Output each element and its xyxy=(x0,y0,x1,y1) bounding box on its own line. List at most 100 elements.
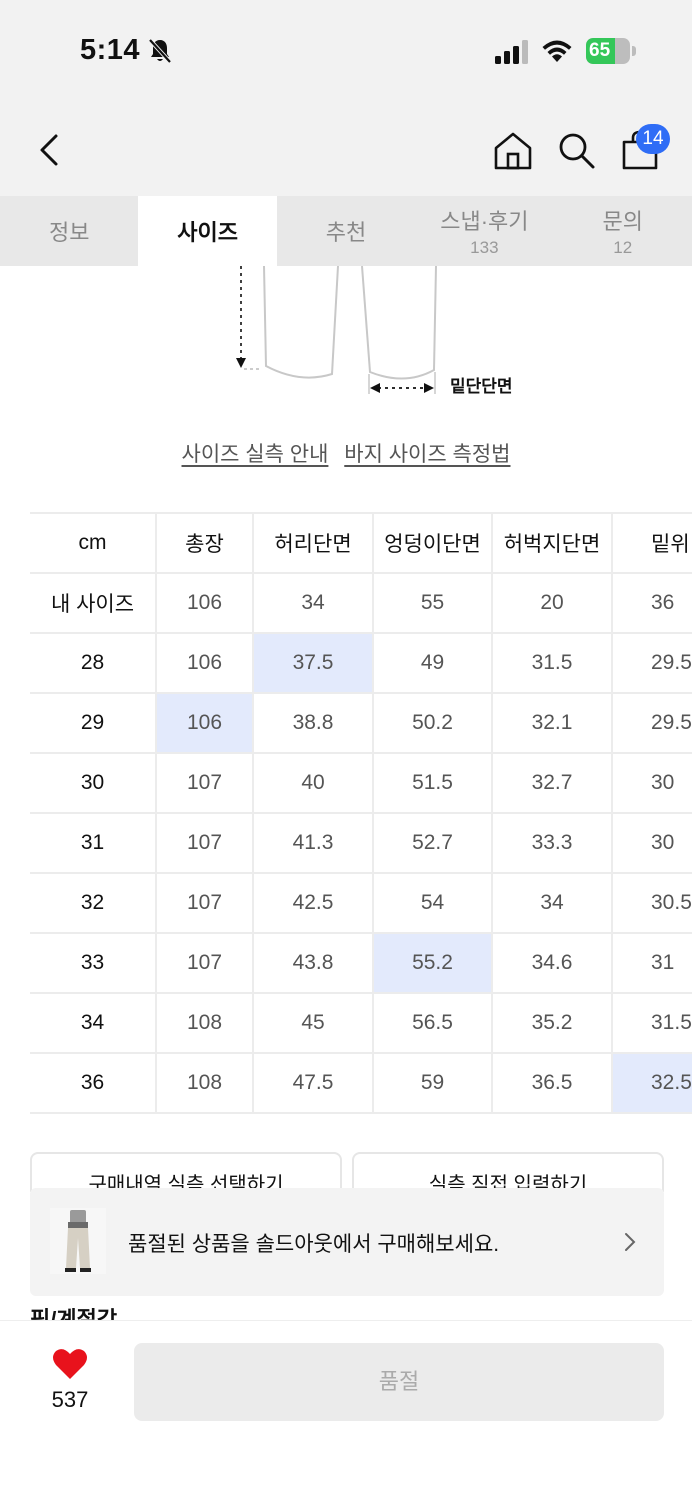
tab-count: 133 xyxy=(470,238,499,257)
size-label: 30 xyxy=(30,753,157,814)
size-measure-guide-link[interactable]: 사이즈 실측 안내 xyxy=(182,443,329,466)
table-cell: 54 xyxy=(373,873,493,934)
table-cell: 106 xyxy=(156,573,254,634)
product-tabs: 정보 사이즈 추천 스냅·후기 133 문의 12 xyxy=(0,196,692,266)
table-cell: 40 xyxy=(253,753,374,814)
table-cell: 51.5 xyxy=(373,753,493,814)
chevron-right-icon xyxy=(625,1233,636,1251)
heart-icon[interactable] xyxy=(52,1347,88,1381)
table-cell: 29.5 xyxy=(612,693,692,754)
table-cell: 36 xyxy=(612,573,692,634)
soldout-button[interactable]: 품절 xyxy=(134,1343,664,1421)
tab-recommend[interactable]: 추천 xyxy=(277,196,415,266)
table-cell-highlighted: 32.5 xyxy=(612,1053,692,1114)
table-cell: 29.5 xyxy=(612,633,692,694)
table-cell-highlighted: 106 xyxy=(156,693,254,754)
table-column-header: 허벅지단면 xyxy=(492,512,613,574)
table-cell: 31.5 xyxy=(612,993,692,1054)
table-cell: 108 xyxy=(156,1053,254,1114)
tab-label: 정보 xyxy=(48,220,90,245)
table-row: 31 107 41.3 52.7 33.3 30 xyxy=(30,813,692,874)
table-cell: 107 xyxy=(156,753,254,814)
table-cell: 33.3 xyxy=(492,813,613,874)
bell-off-icon xyxy=(148,38,172,64)
size-label: 32 xyxy=(30,873,157,934)
table-cell: 32.1 xyxy=(492,693,613,754)
table-column-header: 밑위 xyxy=(612,512,692,574)
table-cell: 42.5 xyxy=(253,873,374,934)
fit-season-section-title: 핏/계절감 xyxy=(30,1307,118,1320)
table-header-row: cm 총장 허리단면 엉덩이단면 허벅지단면 밑위 xyxy=(30,512,692,574)
battery-icon: 65 xyxy=(586,38,636,64)
table-unit-header: cm xyxy=(30,512,157,574)
table-cell: 55 xyxy=(373,573,493,634)
size-label: 31 xyxy=(30,813,157,874)
table-row: 33 107 43.8 55.2 34.6 31 xyxy=(30,933,692,994)
table-cell: 49 xyxy=(373,633,493,694)
like-count: 537 xyxy=(51,1387,89,1412)
size-guide-links: 사이즈 실측 안내 바지 사이즈 측정법 xyxy=(0,438,692,468)
select-purchase-measure-button[interactable]: 구매내역 실측 선택하기 xyxy=(30,1152,342,1192)
table-row: 28 106 37.5 49 31.5 29.5 xyxy=(30,633,692,694)
tab-label: 추천 xyxy=(325,220,367,245)
wifi-icon xyxy=(542,40,572,62)
size-label: 33 xyxy=(30,933,157,994)
table-column-header: 허리단면 xyxy=(253,512,374,574)
table-cell: 107 xyxy=(156,873,254,934)
tab-info[interactable]: 정보 xyxy=(0,196,138,266)
table-cell: 45 xyxy=(253,993,374,1054)
table-cell: 30 xyxy=(612,753,692,814)
tab-count: 12 xyxy=(613,238,633,257)
tab-size[interactable]: 사이즈 xyxy=(138,196,277,266)
table-cell: 30 xyxy=(612,813,692,874)
tab-snap-reviews[interactable]: 스냅·후기 133 xyxy=(415,196,553,266)
direct-input-measure-button[interactable]: 실측 직접 입력하기 xyxy=(352,1152,664,1192)
table-cell: 32.7 xyxy=(492,753,613,814)
tab-inquiry[interactable]: 문의 12 xyxy=(554,196,692,266)
soldout-banner[interactable]: 품절된 상품을 솔드아웃에서 구매해보세요. xyxy=(30,1188,664,1296)
table-row: 34 108 45 56.5 35.2 31.5 xyxy=(30,993,692,1054)
table-cell: 31 xyxy=(612,933,692,994)
status-time: 5:14 xyxy=(80,34,141,66)
size-label: 34 xyxy=(30,993,157,1054)
size-label: 36 xyxy=(30,1053,157,1114)
table-cell: 35.2 xyxy=(492,993,613,1054)
table-row: 32 107 42.5 54 34 30.5 xyxy=(30,873,692,934)
table-row: 30 107 40 51.5 32.7 30 xyxy=(30,753,692,814)
table-cell: 20 xyxy=(492,573,613,634)
table-cell-highlighted: 55.2 xyxy=(373,933,493,994)
table-cell: 30.5 xyxy=(612,873,692,934)
table-cell: 47.5 xyxy=(253,1053,374,1114)
table-cell: 38.8 xyxy=(253,693,374,754)
table-cell: 43.8 xyxy=(253,933,374,994)
my-size-row: 내 사이즈 106 34 55 20 36 xyxy=(30,573,692,634)
tab-label: 사이즈 xyxy=(177,220,238,245)
table-cell: 34.6 xyxy=(492,933,613,994)
search-icon[interactable] xyxy=(556,130,596,170)
table-cell: 108 xyxy=(156,993,254,1054)
cart-count-badge: 14 xyxy=(636,124,670,154)
table-cell: 34 xyxy=(253,573,374,634)
table-cell: 36.5 xyxy=(492,1053,613,1114)
pants-measure-method-link[interactable]: 바지 사이즈 측정법 xyxy=(344,443,510,466)
size-label: 29 xyxy=(30,693,157,754)
pants-measurement-diagram xyxy=(236,266,437,394)
table-row: 36 108 47.5 59 36.5 32.5 xyxy=(30,1053,692,1114)
table-cell: 56.5 xyxy=(373,993,493,1054)
table-cell: 59 xyxy=(373,1053,493,1114)
table-cell: 34 xyxy=(492,873,613,934)
bottom-action-bar: 537 품절 xyxy=(0,1320,692,1500)
tab-label: 스냅·후기 xyxy=(440,209,529,234)
measurement-actions: 구매내역 실측 선택하기 실측 직접 입력하기 xyxy=(30,1152,664,1192)
table-cell: 31.5 xyxy=(492,633,613,694)
table-cell: 106 xyxy=(156,633,254,694)
size-chart-table: cm 총장 허리단면 엉덩이단면 허벅지단면 밑위 내 사이즈 106 34 5… xyxy=(30,512,692,1114)
hem-width-label: 밑단단면 xyxy=(450,377,513,396)
table-cell: 41.3 xyxy=(253,813,374,874)
back-icon[interactable] xyxy=(32,128,72,172)
size-label: 28 xyxy=(30,633,157,694)
tab-label: 문의 xyxy=(602,209,643,234)
soldout-banner-text: 품절된 상품을 솔드아웃에서 구매해보세요. xyxy=(128,1233,500,1256)
home-icon[interactable] xyxy=(492,130,534,172)
table-column-header: 총장 xyxy=(156,512,254,574)
